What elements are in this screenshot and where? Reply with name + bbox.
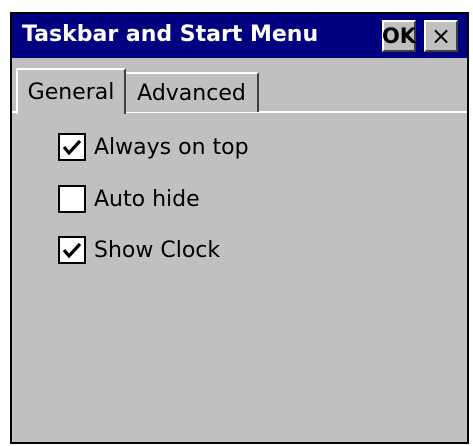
option-auto-hide[interactable]: Auto hide bbox=[58, 184, 200, 214]
always-on-top-label: Always on top bbox=[94, 134, 249, 160]
auto-hide-checkbox[interactable] bbox=[58, 185, 86, 213]
checkmark-icon bbox=[62, 242, 82, 259]
show-clock-label: Show Clock bbox=[94, 237, 221, 263]
tab-general-label: General bbox=[27, 79, 115, 105]
tab-advanced-label: Advanced bbox=[137, 80, 246, 106]
tab-advanced[interactable]: Advanced bbox=[126, 72, 259, 112]
checkmark-icon bbox=[62, 139, 82, 156]
window-title: Taskbar and Start Menu bbox=[22, 22, 319, 47]
tab-general[interactable]: General bbox=[16, 68, 126, 114]
close-button[interactable]: × bbox=[424, 20, 458, 52]
ok-button[interactable]: OK bbox=[382, 20, 416, 52]
auto-hide-label: Auto hide bbox=[94, 186, 200, 212]
close-icon: × bbox=[430, 22, 452, 50]
show-clock-checkbox[interactable] bbox=[58, 236, 86, 264]
title-bar: Taskbar and Start Menu OK × bbox=[12, 14, 467, 58]
dialog-window: Taskbar and Start Menu OK × General Adva… bbox=[10, 12, 469, 444]
option-always-on-top[interactable]: Always on top bbox=[58, 132, 249, 162]
tab-strip: General Advanced bbox=[12, 58, 467, 114]
option-show-clock[interactable]: Show Clock bbox=[58, 235, 220, 265]
always-on-top-checkbox[interactable] bbox=[58, 133, 86, 161]
general-tab-panel: Always on top Auto hide Show Clock bbox=[12, 114, 467, 442]
